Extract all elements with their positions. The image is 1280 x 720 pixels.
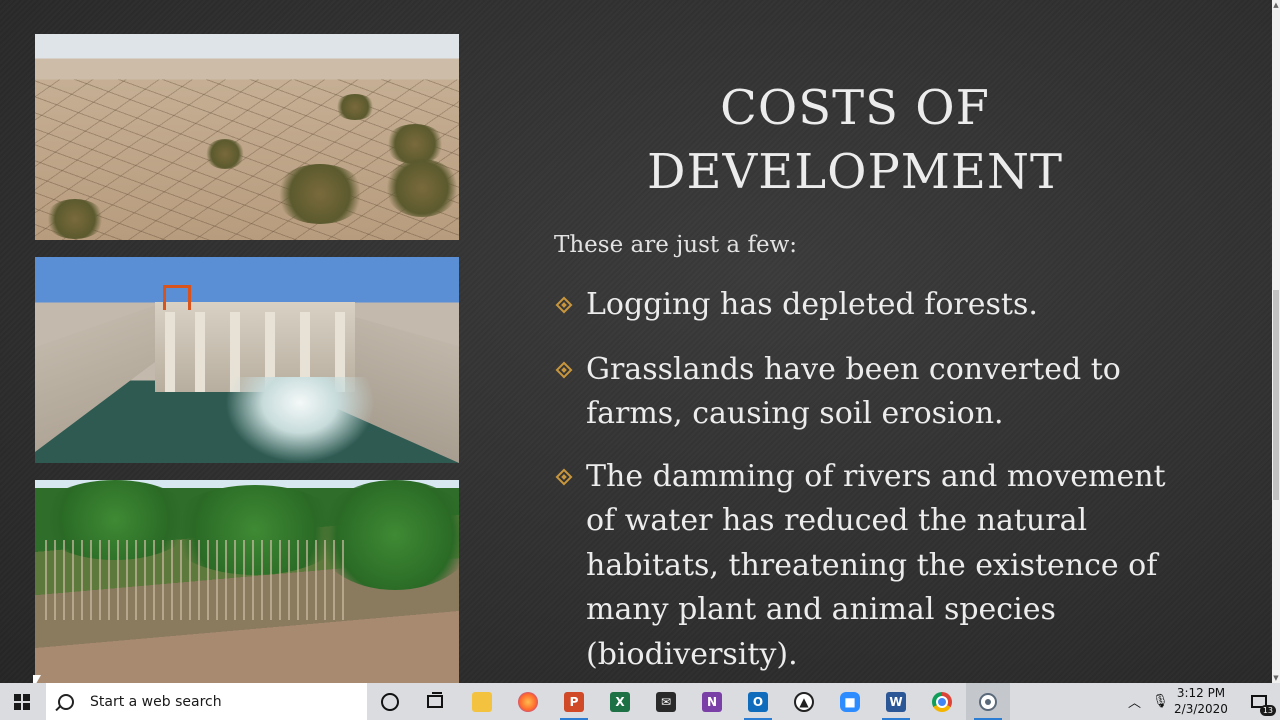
- diamond-bullet-icon: [555, 296, 573, 314]
- dam-spillway-water: [225, 377, 375, 463]
- microphone-icon: 🎙: [1152, 694, 1169, 709]
- action-center-button[interactable]: 13: [1238, 683, 1280, 720]
- shrub: [335, 94, 375, 120]
- slide-intro: These are just a few:: [554, 232, 798, 258]
- bullet-text: Logging has depleted forests.: [586, 287, 1038, 322]
- bullet-list: Logging has depleted forests. Grasslands…: [554, 283, 1194, 677]
- folder-icon: [472, 691, 492, 712]
- bullet-item: Grasslands have been converted to farms,…: [554, 348, 1194, 437]
- search-placeholder: Start a web search: [90, 693, 222, 710]
- dam-wall-left: [35, 302, 165, 452]
- taskbar-search-box[interactable]: Start a web search: [46, 683, 367, 720]
- excel-icon: X: [610, 691, 630, 712]
- shrub: [385, 159, 459, 217]
- mail-button[interactable]: ✉: [644, 683, 688, 720]
- microphone-indicator[interactable]: 🎙: [1152, 683, 1169, 720]
- bullet-item: The damming of rivers and movement of wa…: [554, 455, 1194, 678]
- mail-icon: ✉: [656, 691, 676, 712]
- vertical-scrollbar[interactable]: ▲ ▼: [1272, 0, 1280, 683]
- bullet-text: Grasslands have been converted to farms,…: [586, 351, 1121, 432]
- shrub: [205, 139, 245, 169]
- chrome-button[interactable]: [920, 683, 964, 720]
- zoom-icon: ■: [840, 691, 860, 712]
- search-icon: [58, 693, 74, 710]
- bullet-item: Logging has depleted forests.: [554, 283, 1194, 328]
- presentation-slide: COSTS OF DEVELOPMENT These are just a fe…: [0, 0, 1272, 683]
- scroll-down-icon[interactable]: ▼: [1272, 673, 1280, 683]
- file-explorer-button[interactable]: [460, 683, 504, 720]
- powerpoint-button[interactable]: P: [552, 683, 596, 720]
- title-line-2: DEVELOPMENT: [647, 144, 1063, 200]
- firefox-button[interactable]: [506, 683, 550, 720]
- chrome-icon: [932, 691, 952, 712]
- shrub: [45, 199, 105, 239]
- clock-time: 3:12 PM: [1176, 686, 1226, 700]
- diamond-bullet-icon: [555, 468, 573, 485]
- task-view-icon: [427, 692, 443, 708]
- clock-date: 2/3/2020: [1174, 702, 1228, 716]
- cleared-trunks: [45, 540, 345, 620]
- windows-taskbar: Start a web search P X ✉ N O ▲ ■ W ︿ 🎙 3…: [0, 683, 1280, 720]
- scrollbar-thumb[interactable]: [1273, 290, 1279, 500]
- mouse-cursor-icon: [33, 675, 41, 683]
- start-button[interactable]: [0, 683, 44, 720]
- photos-icon: ▲: [794, 691, 814, 712]
- task-view-button[interactable]: [413, 683, 457, 720]
- outlook-icon: O: [748, 691, 768, 712]
- record-icon: [979, 692, 997, 711]
- bullet-text: The damming of rivers and movement of wa…: [586, 458, 1166, 672]
- onenote-button[interactable]: N: [690, 683, 734, 720]
- dam-tower: [163, 285, 191, 310]
- show-hidden-icons-button[interactable]: ︿: [1128, 683, 1141, 720]
- deforestation-photo: [35, 480, 459, 683]
- cortana-button[interactable]: [368, 683, 412, 720]
- dam-photo: [35, 257, 459, 463]
- dam-pier: [165, 312, 175, 392]
- screen-recorder-button[interactable]: [966, 683, 1010, 720]
- cortana-icon: [381, 692, 399, 711]
- title-line-1: COSTS OF: [720, 80, 990, 136]
- system-clock[interactable]: 3:12 PM 2/3/2020: [1170, 685, 1232, 717]
- firefox-icon: [518, 691, 538, 712]
- powerpoint-icon: P: [564, 691, 584, 712]
- onenote-icon: N: [702, 691, 722, 712]
- excel-button[interactable]: X: [598, 683, 642, 720]
- shrub: [275, 164, 365, 224]
- scroll-up-icon[interactable]: ▲: [1272, 0, 1280, 10]
- word-button[interactable]: W: [874, 683, 918, 720]
- zoom-button[interactable]: ■: [828, 683, 872, 720]
- shrub: [385, 124, 445, 164]
- diamond-bullet-icon: [555, 361, 573, 378]
- slide-title: COSTS OF DEVELOPMENT: [560, 76, 1150, 204]
- photos-button[interactable]: ▲: [782, 683, 826, 720]
- windows-logo-icon: [14, 693, 30, 710]
- outlook-button[interactable]: O: [736, 683, 780, 720]
- word-icon: W: [886, 691, 906, 712]
- dam-pier: [195, 312, 205, 392]
- desert-photo: [35, 34, 459, 240]
- notification-badge: 13: [1259, 705, 1276, 716]
- chevron-up-icon: ︿: [1128, 696, 1142, 711]
